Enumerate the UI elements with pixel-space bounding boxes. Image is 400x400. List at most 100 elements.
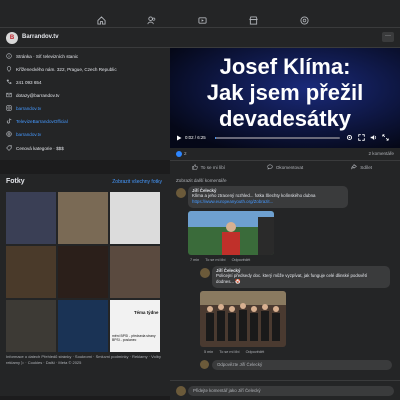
- intro-row[interactable]: TelevizeBarrandovOfficial: [6, 117, 68, 125]
- photo-thumbnail[interactable]: Téma týdne mění BPSI - předseda strany BP…: [110, 300, 160, 352]
- intro-text: Cenová kategorie · $$$: [16, 145, 64, 151]
- comment-button[interactable]: Okomentovat: [247, 161, 324, 174]
- post-actions: To se mi líbí Okomentovat Sdílet: [170, 160, 400, 174]
- comment-reply-link[interactable]: Odpovědět: [232, 258, 251, 262]
- comment-bubble: Jiří Čelecký Policejní předsedy doc. kte…: [212, 266, 390, 288]
- intro-row: 241 093 654: [6, 78, 42, 86]
- progress-track[interactable]: [215, 137, 340, 139]
- email-icon: [6, 92, 12, 98]
- intro-text: Stránka · Síť televizních stanic: [16, 53, 79, 59]
- photo-thumbnail[interactable]: [58, 300, 108, 352]
- intro-row: Stránka · Síť televizních stanic: [6, 52, 78, 60]
- comment-composer: Přidejte komentář jako Jiří Čelecký: [170, 380, 400, 400]
- share-button[interactable]: Sdílet: [323, 161, 400, 174]
- comment-bubble: Jiří Čelecký Klíma a jeho ztracený rozhl…: [188, 186, 348, 208]
- gaming-icon[interactable]: [298, 14, 310, 26]
- marketplace-icon[interactable]: [247, 14, 259, 26]
- instagram-icon: [6, 105, 12, 111]
- play-button[interactable]: [176, 135, 182, 143]
- comment-meta: 5 min To se mi líbí Odpovědět: [204, 350, 265, 354]
- friends-icon[interactable]: [146, 14, 158, 26]
- comment-image[interactable]: [188, 211, 274, 255]
- location-icon: [6, 66, 12, 72]
- right-column: Josef Klíma: Jak jsem přežil devadesátky…: [170, 48, 400, 400]
- comment-avatar[interactable]: [200, 268, 210, 278]
- photo-thumbnail[interactable]: [58, 192, 108, 244]
- comments-section: Zobrazit další komentáře Jiří Čelecký Kl…: [170, 174, 400, 400]
- like-button[interactable]: To se mi líbí: [170, 161, 247, 174]
- intro-text: dotazy@barrandov.tv: [16, 92, 60, 98]
- intro-row[interactable]: barrandov.tv: [6, 104, 41, 112]
- video-icon[interactable]: [197, 14, 209, 26]
- photo-thumbnail[interactable]: [110, 246, 160, 298]
- info-icon: [6, 53, 12, 59]
- intro-text: 241 093 654: [16, 79, 42, 85]
- photo-thumbnail[interactable]: [6, 192, 56, 244]
- page-name[interactable]: Barrandov.tv: [22, 34, 59, 40]
- intro-row: Cenová kategorie · $$$: [6, 144, 64, 152]
- photos-title: Fotky: [6, 178, 25, 185]
- intro-row: Kříženeckého nám. 322, Prague, Czech Rep…: [6, 65, 117, 73]
- comment-meta: 7 min To se mi líbí Odpovědět: [190, 258, 251, 262]
- like-reaction-icon[interactable]: [176, 151, 182, 157]
- left-column: Stránka · Síť televizních stanic Kříženec…: [0, 48, 170, 400]
- action-label: Okomentovat: [275, 165, 304, 170]
- comment-like-link[interactable]: To se mi líbí: [205, 258, 225, 262]
- photo-thumbnail[interactable]: [110, 192, 160, 244]
- more-comments-link[interactable]: Zobrazit další komentáře: [176, 178, 227, 183]
- video-controls: 0:02 / 6:25: [170, 132, 400, 144]
- page-header: B Barrandov.tv ···: [0, 28, 400, 48]
- intro-card: Stránka · Síť televizních stanic Kříženec…: [0, 48, 170, 160]
- photo-overlay-caption: mění BPSI - předseda strany BPSI - posla…: [112, 334, 156, 342]
- comment-count[interactable]: 2 komentáře: [368, 151, 394, 156]
- see-all-photos-link[interactable]: Zobrazit všechny fotky: [112, 179, 162, 185]
- fullscreen-icon[interactable]: [358, 134, 365, 143]
- reply-avatar: [200, 360, 209, 369]
- comment-text: Policejní předsedy doc. který může vyzpí…: [216, 273, 368, 278]
- share-icon: [351, 164, 358, 171]
- globe-icon: [6, 131, 12, 137]
- intro-text[interactable]: barrandov.tv: [16, 106, 41, 111]
- intro-row: dotazy@barrandov.tv: [6, 91, 59, 99]
- volume-icon[interactable]: [370, 134, 377, 143]
- price-icon: [6, 145, 12, 151]
- photo-caption: Téma týdne: [134, 310, 159, 315]
- comment-reply-link[interactable]: Odpovědět: [246, 350, 265, 354]
- top-nav-icons: [95, 14, 310, 26]
- video-title: Josef Klíma: Jak jsem přežil devadesátky: [206, 54, 364, 131]
- intro-text: Kříženeckého nám. 322, Prague, Czech Rep…: [16, 66, 117, 72]
- photo-thumbnail[interactable]: [6, 300, 56, 352]
- comment-link[interactable]: https://www.europeanyouth.org/Zobrazit..…: [192, 199, 344, 205]
- more-options-button[interactable]: ···: [382, 32, 394, 42]
- video-player[interactable]: Josef Klíma: Jak jsem přežil devadesátky…: [170, 48, 400, 148]
- comment-photo: [188, 211, 274, 255]
- comment-image[interactable]: [200, 291, 286, 347]
- photo-thumbnail[interactable]: [6, 246, 56, 298]
- video-time: 0:02 / 6:25: [185, 135, 206, 140]
- like-icon: [191, 164, 198, 171]
- intro-row[interactable]: barrandov.tv: [6, 130, 41, 138]
- settings-icon[interactable]: [346, 134, 353, 143]
- comment-like-link[interactable]: To se mi líbí: [219, 350, 239, 354]
- composer-avatar: [176, 386, 186, 396]
- reaction-count[interactable]: 2: [184, 151, 187, 156]
- photo-thumbnail[interactable]: [58, 246, 108, 298]
- comment-text: dodnes... 🤡: [216, 279, 241, 284]
- home-icon[interactable]: [95, 14, 107, 26]
- play-icon: [177, 135, 182, 141]
- footer-links[interactable]: Informace o datech Přehledů stránky · So…: [0, 354, 170, 366]
- post-stats: 2 2 komentáře: [170, 148, 400, 160]
- comment-input[interactable]: Přidejte komentář jako Jiří Čelecký: [188, 386, 394, 396]
- comment-avatar[interactable]: [176, 188, 186, 198]
- tiktok-icon: [6, 118, 12, 124]
- intro-text[interactable]: TelevizeBarrandovOfficial: [16, 119, 68, 124]
- phone-icon: [6, 79, 12, 85]
- comment-icon: [267, 164, 273, 171]
- intro-text[interactable]: barrandov.tv: [16, 132, 41, 137]
- action-label: Sdílet: [360, 165, 373, 170]
- page-avatar[interactable]: B: [6, 32, 18, 44]
- comment-photo: [200, 291, 286, 347]
- expand-icon[interactable]: [382, 134, 389, 143]
- reply-input[interactable]: Odpovězte Jiří Čelecký: [212, 360, 392, 370]
- progress-fill: [215, 137, 217, 139]
